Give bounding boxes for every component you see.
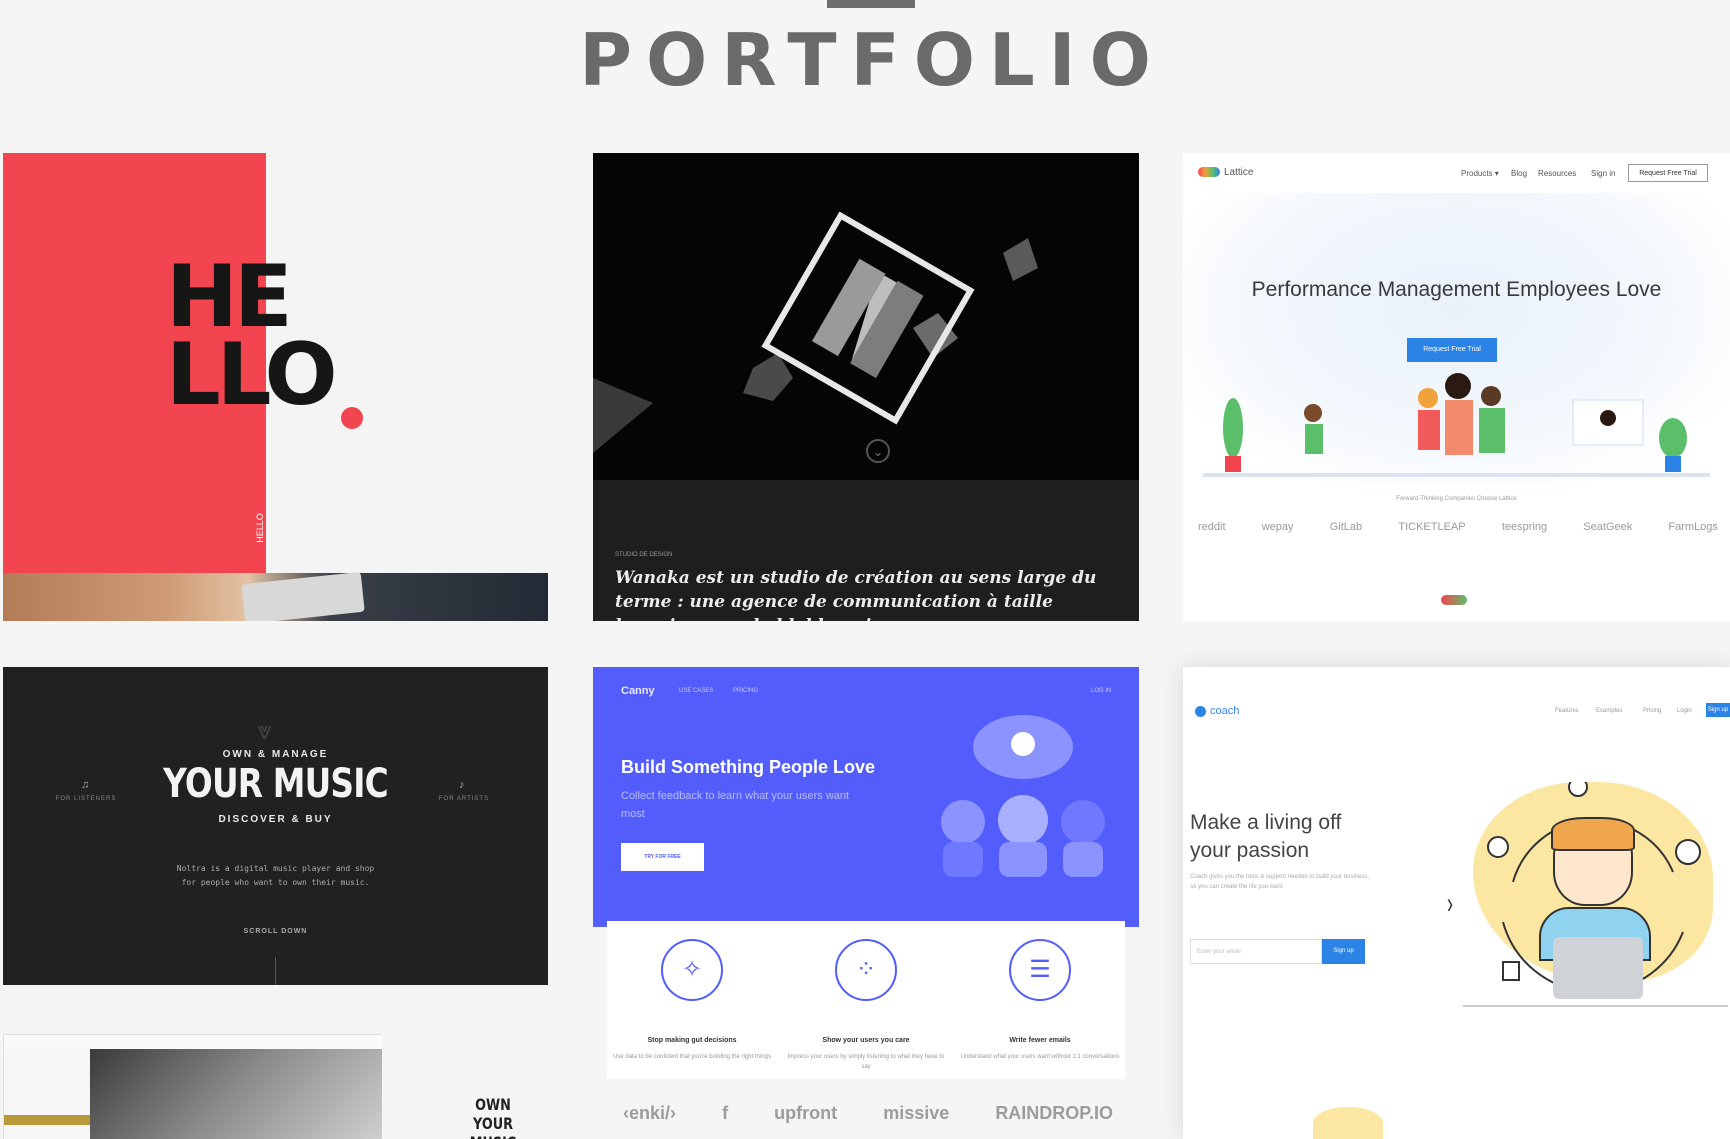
- coach-nav-features[interactable]: Features: [1555, 708, 1579, 714]
- canny-cta-button[interactable]: TRY FOR FREE: [621, 843, 704, 871]
- canny-customer-logos: ‹enki/› f upfront missive RAINDROP.IO: [623, 1103, 1113, 1124]
- lattice-headline: Performance Management Employees Love: [1251, 278, 1662, 301]
- canny-subhead: Collect feedback to learn what your user…: [621, 790, 850, 820]
- canny-nav-login[interactable]: LOG IN: [1091, 688, 1111, 694]
- email-field[interactable]: Enter your email: [1190, 939, 1322, 964]
- red-dot: [341, 407, 363, 429]
- canny-nav-use-cases[interactable]: USE CASES: [679, 688, 713, 694]
- lattice-customer-logos: reddit wepay GitLab TICKETLEAP teespring…: [1198, 521, 1718, 533]
- music-logo-icon: ⩔: [257, 715, 272, 745]
- music-subhead: DISCOVER & BUY: [218, 814, 333, 825]
- coach-nav-signup[interactable]: Sign up: [1706, 703, 1730, 717]
- lattice-cta-button[interactable]: Request Free Trial: [1407, 338, 1497, 362]
- sidebar-active-item: [4, 1115, 90, 1125]
- lattice-footer-logo-icon: [1441, 595, 1467, 605]
- music-for-listeners[interactable]: FOR LISTENERS: [51, 795, 121, 803]
- feature-text: Impress your users by simply listening t…: [787, 1054, 945, 1070]
- music-for-artists[interactable]: FOR ARTISTS: [429, 795, 499, 803]
- coach-logo-text: coach: [1210, 705, 1240, 717]
- coach-nav-pricing[interactable]: Pricing: [1643, 708, 1661, 714]
- title-rule: [827, 0, 915, 8]
- lattice-nav-products[interactable]: Products ▾: [1461, 169, 1499, 178]
- page-title: PORTFOLIO: [579, 18, 1165, 102]
- dots-icon: ⁘: [835, 939, 897, 1001]
- scroll-down-button[interactable]: ⌄: [866, 439, 890, 463]
- portfolio-item-canny[interactable]: Canny USE CASES PRICING LOG IN Build Som…: [593, 667, 1139, 1139]
- coach-logo: coach: [1195, 705, 1239, 717]
- lattice-logo: Lattice: [1198, 167, 1253, 178]
- logo-wepay: wepay: [1261, 521, 1294, 533]
- artist-photo: [90, 1049, 382, 1139]
- logo-gitlab: GitLab: [1329, 521, 1363, 533]
- lattice-nav-blog[interactable]: Blog: [1511, 169, 1527, 178]
- coach-headline: Make a living off your passion: [1190, 811, 1342, 862]
- logo-facebook: f: [722, 1103, 729, 1123]
- music-hero: [3, 667, 548, 985]
- logo-teespring: teespring: [1501, 521, 1548, 533]
- coach-nav-login[interactable]: Login: [1677, 708, 1692, 714]
- compass-icon: ✧: [661, 939, 723, 1001]
- logo-upfront: upfront: [774, 1103, 838, 1123]
- logo-missive: missive: [883, 1103, 950, 1123]
- logo-enki: ‹enki/›: [623, 1103, 677, 1123]
- lattice-nav-trial-button[interactable]: Request Free Trial: [1628, 164, 1708, 182]
- feature-title: Show your users you care: [822, 1037, 910, 1044]
- canny-nav-pricing[interactable]: PRICING: [733, 688, 758, 694]
- chat-icon: ☰: [1009, 939, 1071, 1001]
- music-scroll-line: [275, 957, 276, 985]
- lattice-tagline: Forward-Thinking Companies Choose Lattic…: [1396, 496, 1517, 502]
- logo-raindrop: RAINDROP.IO: [995, 1103, 1113, 1123]
- logo-ticketleap: TICKETLEAP: [1398, 521, 1466, 533]
- bottom-illustration: [1313, 1107, 1383, 1139]
- portfolio-item-hello[interactable]: HE LLO HELLO: [3, 153, 548, 621]
- music-secondary-title: OWN YOUR MUSIC: [470, 1095, 517, 1139]
- next-arrow-icon[interactable]: ›: [1447, 887, 1453, 921]
- canny-logo: Canny: [621, 685, 655, 697]
- avatar-hair: [1551, 817, 1635, 851]
- laptop-icon: [1553, 937, 1643, 999]
- portfolio-item-wanaka[interactable]: ⌄ STUDIO DE DESIGN Wanaka est un studio …: [593, 153, 1139, 621]
- portfolio-item-coach[interactable]: coach Features Examples Pricing Login Si…: [1183, 667, 1730, 1139]
- hello-wordmark: HE LLO: [166, 254, 338, 425]
- team-illustration: [1223, 373, 1687, 472]
- music-description: Noltra is a digital music player and sho…: [176, 864, 375, 887]
- logo-seatgeek: SeatGeek: [1583, 521, 1633, 533]
- portfolio-item-music[interactable]: ⩔ OWN & MANAGE YOUR MUSIC DISCOVER & BUY…: [3, 667, 548, 1139]
- music-app-screenshot: [3, 1034, 382, 1139]
- app-titlebar: [4, 1035, 382, 1050]
- lattice-logo-text: Lattice: [1224, 167, 1254, 178]
- desk-line: [1463, 1005, 1728, 1007]
- feature-title: Stop making gut decisions: [647, 1037, 737, 1044]
- logo-farmlogs: FarmLogs: [1668, 521, 1718, 533]
- hello-vertical-label: HELLO: [254, 513, 265, 543]
- music-kicker: OWN & MANAGE: [222, 749, 329, 760]
- wanaka-small-label: STUDIO DE DESIGN: [615, 552, 673, 558]
- note-icon: ♪: [459, 779, 465, 791]
- coach-logo-icon: [1195, 705, 1206, 717]
- coach-signup-button[interactable]: Sign up: [1322, 939, 1365, 964]
- logo-reddit: reddit: [1198, 521, 1226, 533]
- coach-nav-examples[interactable]: Examples: [1596, 708, 1622, 714]
- people-illustration: [941, 715, 1105, 877]
- lattice-logo-icon: [1198, 167, 1220, 178]
- lattice-nav-resources[interactable]: Resources: [1538, 169, 1576, 178]
- app-sidebar: [4, 1049, 90, 1139]
- hello-line-2: LLO: [166, 325, 338, 425]
- illustration-ground: [1203, 473, 1710, 477]
- canny-headline: Build Something People Love: [621, 757, 876, 777]
- note-icon: ♫: [81, 779, 90, 791]
- wanaka-description: Wanaka est un studio de création au sens…: [615, 568, 1097, 621]
- feature-text: Understand what your users want without …: [960, 1054, 1120, 1060]
- feature-text: Use data to be confident that you're bui…: [613, 1054, 771, 1060]
- coach-subhead: Coach gives you the tools & support need…: [1190, 874, 1370, 890]
- music-scroll-down[interactable]: SCROLL DOWN: [3, 926, 548, 937]
- feature-title: Write fewer emails: [1009, 1037, 1071, 1044]
- lattice-nav-signin[interactable]: Sign in: [1591, 169, 1615, 178]
- portfolio-item-lattice[interactable]: Lattice Products ▾ Blog Resources Sign i…: [1183, 153, 1730, 621]
- geometric-artwork: [593, 211, 1038, 453]
